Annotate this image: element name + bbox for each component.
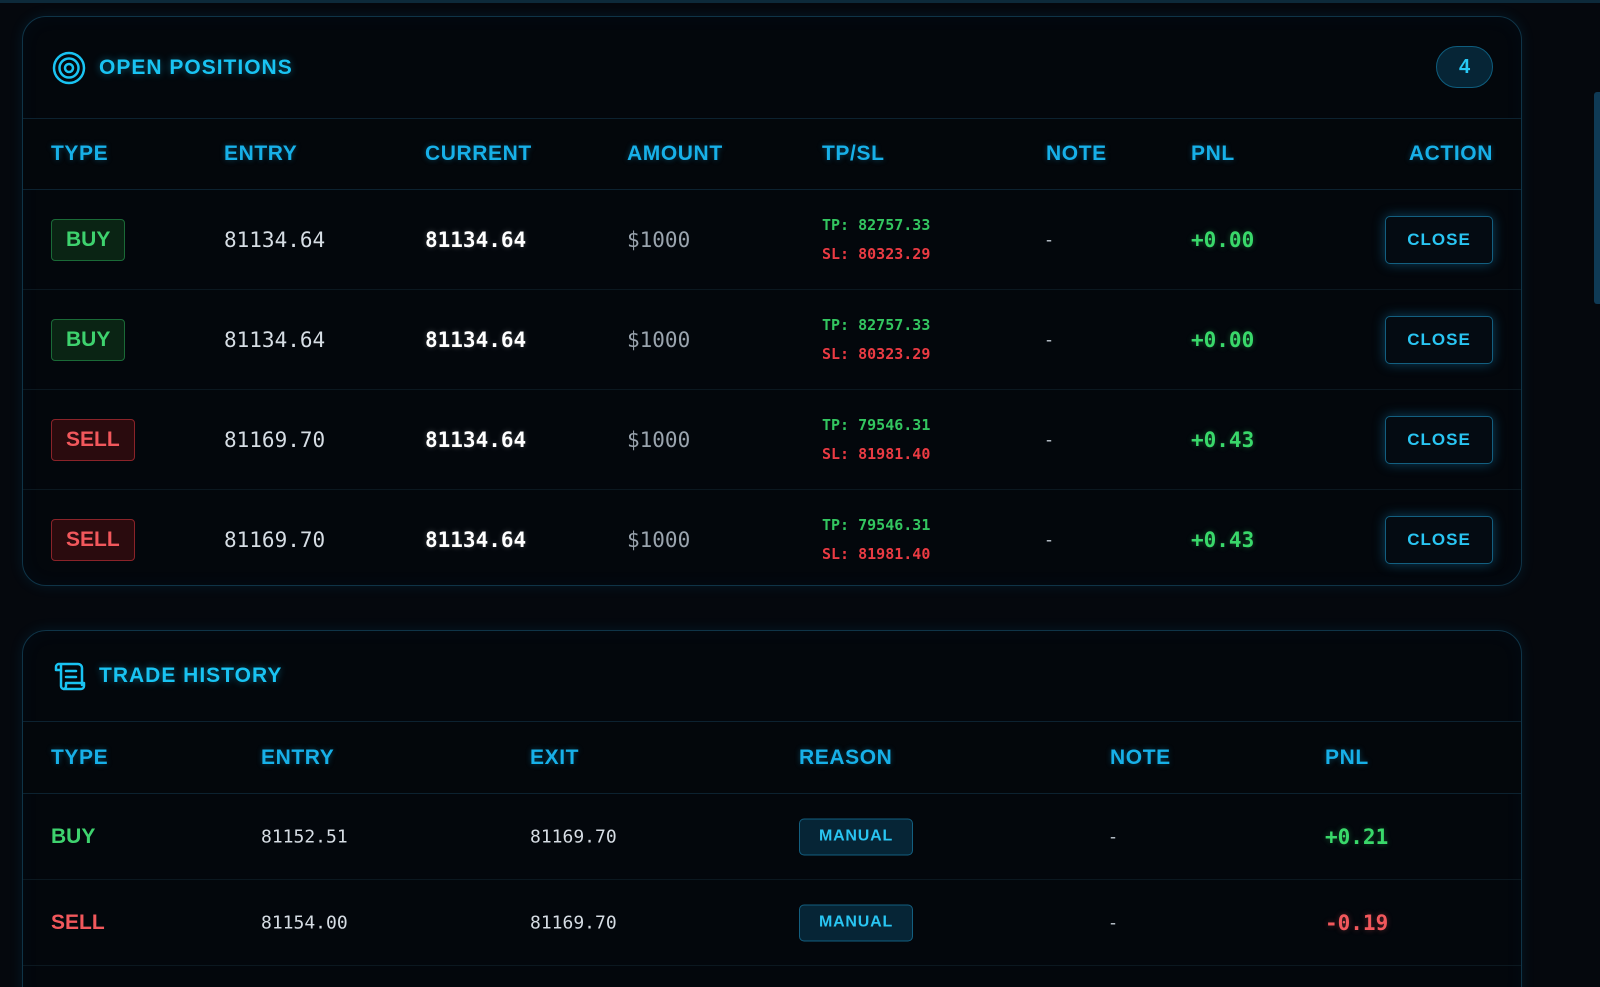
tpsl-values: TP: 79546.31 SL: 81981.40 bbox=[822, 411, 930, 469]
reason-badge: MANUAL bbox=[799, 818, 913, 855]
note-value: - bbox=[1046, 529, 1052, 549]
current-price: 81134.64 bbox=[425, 327, 527, 352]
column-header-amount: AMOUNT bbox=[627, 142, 723, 165]
stop-loss-value: SL: 81981.40 bbox=[822, 544, 931, 563]
column-header-note: NOTE bbox=[1110, 745, 1171, 769]
exit-price: 81169.70 bbox=[530, 826, 617, 847]
take-profit-value: TP: 79546.31 bbox=[822, 515, 931, 534]
entry-price: 81154.00 bbox=[261, 912, 348, 933]
column-header-reason: REASON bbox=[799, 745, 893, 769]
history-row: SELL 81154.00 81169.70 MANUAL - -0.19 bbox=[23, 880, 1521, 966]
entry-price: 81152.51 bbox=[261, 826, 348, 847]
trade-history-panel: TRADE HISTORY TYPE ENTRY EXIT REASON NOT… bbox=[22, 630, 1522, 987]
trade-type: BUY bbox=[51, 824, 96, 848]
trade-history-column-headers: TYPE ENTRY EXIT REASON NOTE PNL bbox=[23, 722, 1521, 794]
pnl-value: +0.00 bbox=[1191, 227, 1255, 252]
open-positions-header: OPEN POSITIONS 4 bbox=[23, 17, 1521, 119]
column-header-pnl: PNL bbox=[1325, 745, 1369, 769]
reason-badge: MANUAL bbox=[799, 904, 913, 941]
position-row: SELL 81169.70 81134.64 $1000 TP: 79546.3… bbox=[23, 390, 1521, 490]
close-position-button[interactable]: CLOSE bbox=[1385, 215, 1493, 264]
open-positions-panel: OPEN POSITIONS 4 TYPE ENTRY CURRENT AMOU… bbox=[22, 16, 1522, 586]
type-badge-buy: BUY bbox=[51, 318, 126, 361]
column-header-entry: ENTRY bbox=[261, 745, 335, 769]
tpsl-values: TP: 82757.33 SL: 80323.29 bbox=[822, 211, 930, 269]
entry-price: 81169.70 bbox=[224, 527, 326, 552]
trade-history-header: TRADE HISTORY bbox=[23, 631, 1521, 722]
tpsl-values: TP: 79546.31 SL: 81981.40 bbox=[822, 511, 930, 569]
position-row: BUY 81134.64 81134.64 $1000 TP: 82757.33… bbox=[23, 190, 1521, 290]
current-price: 81134.64 bbox=[425, 227, 527, 252]
type-badge-buy: BUY bbox=[51, 218, 126, 261]
top-border bbox=[0, 0, 1600, 3]
type-badge-sell: SELL bbox=[51, 418, 135, 461]
note-value: - bbox=[1110, 912, 1116, 932]
entry-price: 81134.64 bbox=[224, 327, 326, 352]
note-value: - bbox=[1046, 229, 1052, 249]
take-profit-value: TP: 82757.33 bbox=[822, 315, 931, 334]
column-header-action: ACTION bbox=[1408, 142, 1493, 165]
current-price: 81134.64 bbox=[425, 427, 527, 452]
position-row: BUY 81134.64 81134.64 $1000 TP: 82757.33… bbox=[23, 290, 1521, 390]
column-header-note: NOTE bbox=[1046, 142, 1107, 165]
target-icon bbox=[51, 50, 87, 86]
pnl-value: +0.21 bbox=[1325, 824, 1389, 849]
column-header-pnl: PNL bbox=[1191, 142, 1235, 165]
open-positions-column-headers: TYPE ENTRY CURRENT AMOUNT TP/SL NOTE PNL… bbox=[23, 119, 1521, 190]
column-header-type: TYPE bbox=[51, 745, 109, 769]
column-header-exit: EXIT bbox=[530, 745, 580, 769]
exit-price: 81169.70 bbox=[530, 912, 617, 933]
open-positions-title: OPEN POSITIONS bbox=[99, 55, 293, 79]
pnl-value: +0.00 bbox=[1191, 327, 1255, 352]
take-profit-value: TP: 79546.31 bbox=[822, 415, 931, 434]
column-header-tpsl: TP/SL bbox=[822, 142, 885, 165]
close-position-button[interactable]: CLOSE bbox=[1385, 415, 1493, 464]
positions-count-badge: 4 bbox=[1436, 46, 1493, 88]
pnl-value: +0.43 bbox=[1191, 527, 1255, 552]
stop-loss-value: SL: 80323.29 bbox=[822, 344, 931, 363]
entry-price: 81134.64 bbox=[224, 227, 326, 252]
note-value: - bbox=[1110, 826, 1116, 846]
trade-history-title: TRADE HISTORY bbox=[99, 664, 283, 687]
column-header-entry: ENTRY bbox=[224, 142, 298, 165]
type-badge-sell: SELL bbox=[51, 518, 135, 561]
column-header-type: TYPE bbox=[51, 142, 109, 165]
history-row: BUY 81152.51 81169.70 MANUAL - +0.21 bbox=[23, 794, 1521, 880]
current-price: 81134.64 bbox=[425, 527, 527, 552]
note-value: - bbox=[1046, 429, 1052, 449]
amount-value: $1000 bbox=[627, 427, 691, 452]
entry-price: 81169.70 bbox=[224, 427, 326, 452]
pnl-value: +0.43 bbox=[1191, 427, 1255, 452]
trade-type: SELL bbox=[51, 910, 105, 934]
amount-value: $1000 bbox=[627, 327, 691, 352]
close-position-button[interactable]: CLOSE bbox=[1385, 515, 1493, 564]
note-value: - bbox=[1046, 329, 1052, 349]
close-position-button[interactable]: CLOSE bbox=[1385, 315, 1493, 364]
take-profit-value: TP: 82757.33 bbox=[822, 215, 931, 234]
column-header-current: CURRENT bbox=[425, 142, 532, 165]
amount-value: $1000 bbox=[627, 527, 691, 552]
position-row: SELL 81169.70 81134.64 $1000 TP: 79546.3… bbox=[23, 490, 1521, 585]
stop-loss-value: SL: 80323.29 bbox=[822, 244, 931, 263]
pnl-value: -0.19 bbox=[1325, 910, 1389, 935]
tpsl-values: TP: 82757.33 SL: 80323.29 bbox=[822, 311, 930, 369]
scrollbar-thumb[interactable] bbox=[1594, 92, 1600, 304]
scroll-icon bbox=[51, 658, 87, 694]
amount-value: $1000 bbox=[627, 227, 691, 252]
stop-loss-value: SL: 81981.40 bbox=[822, 444, 931, 463]
